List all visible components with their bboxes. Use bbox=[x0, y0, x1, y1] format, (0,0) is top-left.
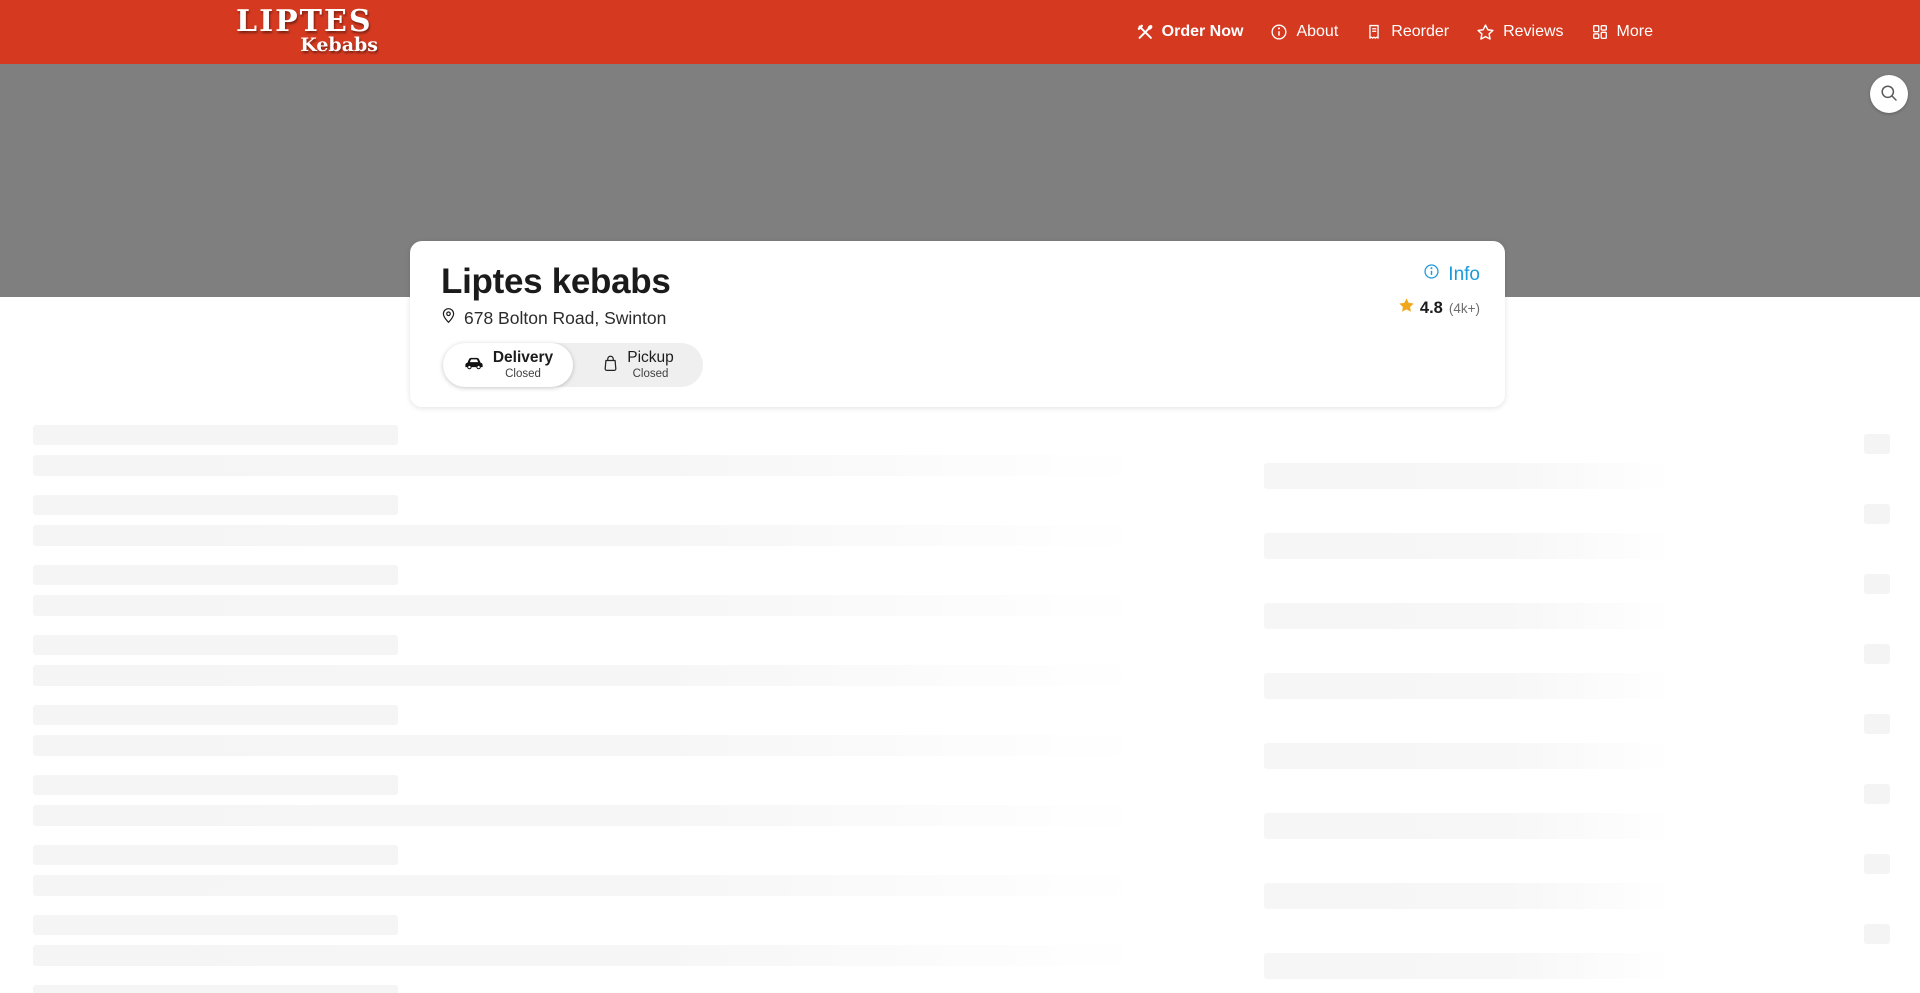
star-icon bbox=[1398, 297, 1415, 319]
skeleton-row bbox=[0, 635, 1920, 705]
skeleton-text-bar bbox=[33, 525, 1153, 546]
skeleton-row bbox=[0, 915, 1920, 985]
header-nav: Order Now About bbox=[1136, 0, 1653, 64]
delivery-label: Delivery bbox=[493, 350, 553, 366]
nav-item-about[interactable]: About bbox=[1270, 23, 1338, 41]
skeleton-row bbox=[0, 495, 1920, 565]
bag-icon bbox=[602, 354, 619, 377]
logo-line1: LIPTES bbox=[236, 7, 382, 37]
skeleton-side-bar bbox=[1264, 953, 1673, 979]
skeleton-side-bar bbox=[1264, 813, 1673, 839]
skeleton-row bbox=[0, 775, 1920, 845]
delivery-option[interactable]: Delivery Closed bbox=[443, 343, 573, 387]
skeleton-title-bar bbox=[33, 635, 398, 655]
skeleton-row bbox=[0, 705, 1920, 775]
pickup-option[interactable]: Pickup Closed bbox=[573, 343, 703, 387]
info-icon bbox=[1423, 263, 1440, 286]
skeleton-side-bar bbox=[1264, 883, 1673, 909]
info-icon bbox=[1270, 23, 1288, 41]
car-icon bbox=[463, 355, 485, 375]
info-link[interactable]: Info bbox=[1423, 263, 1480, 286]
fulfillment-toggle: Delivery Closed Pickup Closed bbox=[443, 343, 703, 387]
pickup-status: Closed bbox=[633, 369, 669, 381]
skeleton-row bbox=[0, 425, 1920, 495]
skeleton-thumb bbox=[1864, 854, 1890, 874]
skeleton-text-bar bbox=[33, 455, 1153, 476]
skeleton-thumb bbox=[1864, 784, 1890, 804]
rating-count: (4k+) bbox=[1449, 301, 1480, 316]
logo[interactable]: LIPTES Kebabs bbox=[236, 7, 382, 55]
skeleton-title-bar bbox=[33, 495, 398, 515]
skeleton-text-bar bbox=[33, 945, 1153, 966]
skeleton-row bbox=[0, 985, 1920, 993]
skeleton-text-bar bbox=[33, 805, 1153, 826]
menu-loading-skeleton bbox=[0, 425, 1920, 993]
receipt-icon bbox=[1365, 23, 1383, 41]
rating-score: 4.8 bbox=[1420, 299, 1443, 318]
info-link-label: Info bbox=[1448, 264, 1480, 286]
skeleton-side-bar bbox=[1264, 463, 1673, 489]
search-button[interactable] bbox=[1870, 75, 1908, 113]
rating[interactable]: 4.8 (4k+) bbox=[1398, 297, 1480, 319]
skeleton-title-bar bbox=[33, 915, 398, 935]
skeleton-title-bar bbox=[33, 705, 398, 725]
skeleton-title-bar bbox=[33, 565, 398, 585]
nav-item-reorder[interactable]: Reorder bbox=[1365, 23, 1449, 41]
skeleton-thumb bbox=[1864, 504, 1890, 524]
skeleton-title-bar bbox=[33, 775, 398, 795]
skeleton-title-bar bbox=[33, 985, 398, 993]
grid-icon bbox=[1591, 23, 1609, 41]
skeleton-side-bar bbox=[1264, 743, 1673, 769]
skeleton-title-bar bbox=[33, 425, 398, 445]
skeleton-text-bar bbox=[33, 875, 1153, 896]
pickup-option-text: Pickup Closed bbox=[627, 350, 674, 380]
restaurant-address: 678 Bolton Road, Swinton bbox=[440, 307, 666, 329]
nav-label: About bbox=[1296, 23, 1338, 41]
location-pin-icon bbox=[440, 307, 457, 329]
nav-label: Order Now bbox=[1162, 23, 1244, 41]
restaurant-card: Liptes kebabs 678 Bolton Road, Swinton bbox=[410, 241, 1505, 407]
nav-label: Reorder bbox=[1391, 23, 1449, 41]
skeleton-row bbox=[0, 565, 1920, 635]
pickup-label: Pickup bbox=[627, 350, 674, 366]
skeleton-thumb bbox=[1864, 714, 1890, 734]
page: LIPTES Kebabs Order Now bbox=[0, 0, 1920, 993]
address-text: 678 Bolton Road, Swinton bbox=[464, 308, 666, 329]
nav-item-order-now[interactable]: Order Now bbox=[1136, 23, 1244, 41]
card-right-column: Info 4.8 (4k+) bbox=[1398, 263, 1480, 319]
delivery-status: Closed bbox=[505, 369, 541, 381]
skeleton-text-bar bbox=[33, 595, 1153, 616]
skeleton-thumb bbox=[1864, 574, 1890, 594]
header: LIPTES Kebabs Order Now bbox=[0, 0, 1920, 64]
skeleton-side-bar bbox=[1264, 533, 1673, 559]
skeleton-thumb bbox=[1864, 924, 1890, 944]
nav-label: More bbox=[1617, 23, 1653, 41]
delivery-option-text: Delivery Closed bbox=[493, 350, 553, 380]
nav-item-more[interactable]: More bbox=[1591, 23, 1653, 41]
skeleton-side-bar bbox=[1264, 673, 1673, 699]
restaurant-name: Liptes kebabs bbox=[441, 262, 671, 302]
search-icon bbox=[1879, 83, 1899, 106]
skeleton-thumb bbox=[1864, 434, 1890, 454]
nav-label: Reviews bbox=[1503, 23, 1563, 41]
skeleton-title-bar bbox=[33, 845, 398, 865]
skeleton-side-bar bbox=[1264, 603, 1673, 629]
cutlery-icon bbox=[1136, 23, 1154, 41]
skeleton-row bbox=[0, 845, 1920, 915]
skeleton-text-bar bbox=[33, 665, 1153, 686]
nav-item-reviews[interactable]: Reviews bbox=[1476, 23, 1563, 42]
skeleton-text-bar bbox=[33, 735, 1153, 756]
skeleton-thumb bbox=[1864, 644, 1890, 664]
star-icon bbox=[1476, 23, 1495, 42]
